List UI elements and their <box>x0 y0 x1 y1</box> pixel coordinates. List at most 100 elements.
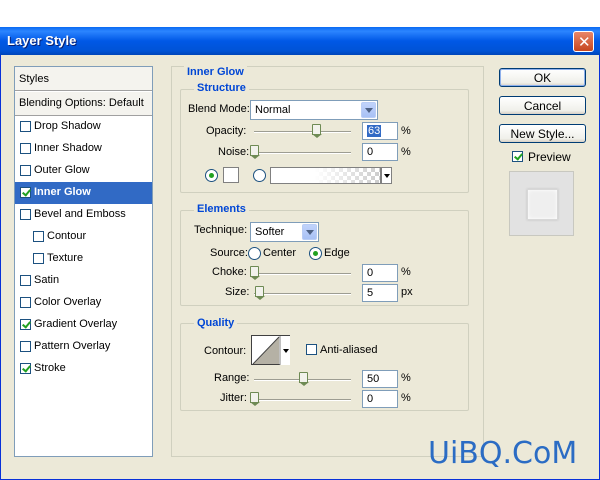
window-title: Layer Style <box>7 33 77 48</box>
style-item-bevel-emboss[interactable]: Bevel and Emboss <box>15 204 152 226</box>
blending-options-label: Blending Options: Default <box>19 97 144 109</box>
size-input[interactable]: 5 <box>362 284 398 302</box>
size-slider-thumb[interactable] <box>255 286 265 300</box>
source-center-label: Center <box>263 247 297 259</box>
technique-label: Technique: <box>194 224 248 236</box>
anti-aliased-label: Anti-aliased <box>320 344 378 356</box>
noise-slider-track[interactable] <box>254 152 351 154</box>
size-label: Size: <box>225 286 250 298</box>
styles-header-label: Styles <box>19 73 49 85</box>
jitter-slider-track[interactable] <box>254 399 351 401</box>
style-item-label: Inner Shadow <box>34 142 102 154</box>
satin-checkbox[interactable] <box>20 275 31 286</box>
style-preview-swatch <box>527 189 558 220</box>
inner-shadow-checkbox[interactable] <box>20 143 31 154</box>
style-item-label: Drop Shadow <box>34 120 101 132</box>
opacity-unit: % <box>401 125 411 137</box>
range-slider-thumb[interactable] <box>299 372 309 386</box>
pattern-overlay-checkbox[interactable] <box>20 341 31 352</box>
glow-gradient-swatch[interactable] <box>270 167 381 184</box>
stroke-checkbox[interactable] <box>20 363 31 374</box>
elements-title: Elements <box>194 203 249 215</box>
style-item-gradient-overlay[interactable]: Gradient Overlay <box>15 314 152 336</box>
contour-curve-icon <box>252 336 290 365</box>
glow-color-swatch[interactable] <box>223 167 239 183</box>
range-input[interactable]: 50 <box>362 370 398 388</box>
style-item-contour[interactable]: Contour <box>15 226 152 248</box>
choke-label: Choke: <box>212 266 247 278</box>
preview-label: Preview <box>528 150 571 164</box>
style-item-inner-shadow[interactable]: Inner Shadow <box>15 138 152 160</box>
style-item-label: Color Overlay <box>34 296 102 308</box>
blend-mode-select[interactable]: Normal <box>250 100 378 120</box>
close-button[interactable]: ✕ <box>573 31 594 52</box>
opacity-value: 63 <box>367 125 382 137</box>
contour-checkbox[interactable] <box>33 231 44 242</box>
drop-shadow-checkbox[interactable] <box>20 121 31 132</box>
bevel-emboss-checkbox[interactable] <box>20 209 31 220</box>
new-style-button[interactable]: New Style... <box>499 124 586 143</box>
quality-title: Quality <box>194 317 238 329</box>
choke-unit: % <box>401 266 411 278</box>
jitter-label: Jitter: <box>220 392 247 404</box>
cancel-label: Cancel <box>523 99 562 113</box>
style-item-drop-shadow[interactable]: Drop Shadow <box>15 116 152 138</box>
range-label: Range: <box>214 372 250 384</box>
noise-slider-thumb[interactable] <box>250 145 260 159</box>
jitter-input[interactable]: 0 <box>362 390 398 408</box>
style-item-label: Texture <box>47 252 84 264</box>
source-center-radio[interactable] <box>248 247 261 260</box>
title-bar: Layer Style <box>0 27 600 55</box>
style-item-outer-glow[interactable]: Outer Glow <box>15 160 152 182</box>
gradient-dropdown-icon[interactable] <box>381 167 392 184</box>
noise-unit: % <box>401 146 411 158</box>
style-item-label: Bevel and Emboss <box>34 208 126 220</box>
outer-glow-checkbox[interactable] <box>20 165 31 176</box>
source-edge-radio[interactable] <box>309 247 322 260</box>
style-item-texture[interactable]: Texture <box>15 248 152 270</box>
jitter-slider-thumb[interactable] <box>250 392 260 406</box>
blending-options-item[interactable]: Blending Options: Default <box>15 92 152 116</box>
opacity-slider-thumb[interactable] <box>312 124 322 138</box>
technique-value: Softer <box>255 226 285 238</box>
choke-slider-thumb[interactable] <box>250 266 260 280</box>
size-slider-track[interactable] <box>254 293 351 295</box>
inner-glow-checkbox[interactable] <box>20 187 31 198</box>
close-icon: ✕ <box>578 33 591 51</box>
chevron-down-icon <box>361 102 376 118</box>
blend-mode-label: Blend Mode: <box>188 103 250 115</box>
style-item-label: Stroke <box>34 362 66 374</box>
contour-label: Contour: <box>204 345 247 357</box>
style-item-pattern-overlay[interactable]: Pattern Overlay <box>15 336 152 358</box>
range-unit: % <box>401 372 411 384</box>
preview-checkbox[interactable] <box>512 151 523 162</box>
choke-value: 0 <box>367 267 374 279</box>
contour-preview[interactable] <box>251 335 290 365</box>
technique-select[interactable]: Softer <box>250 222 319 242</box>
style-item-inner-glow[interactable]: Inner Glow <box>15 182 152 204</box>
noise-input[interactable]: 0 <box>362 143 398 161</box>
texture-checkbox[interactable] <box>33 253 44 264</box>
styles-header[interactable]: Styles <box>15 67 152 91</box>
color-fill-radio[interactable] <box>205 169 218 182</box>
style-item-label: Contour <box>47 230 87 242</box>
anti-aliased-checkbox[interactable] <box>306 344 317 355</box>
opacity-slider-track[interactable] <box>254 131 351 133</box>
source-edge-label: Edge <box>324 247 350 259</box>
gradient-overlay-checkbox[interactable] <box>20 319 31 330</box>
ok-button[interactable]: OK <box>499 68 586 87</box>
style-item-label: Satin <box>34 274 60 286</box>
gradient-fill-radio[interactable] <box>253 169 266 182</box>
style-item-stroke[interactable]: Stroke <box>15 358 152 380</box>
choke-input[interactable]: 0 <box>362 264 398 282</box>
watermark: UiBQ.CoM <box>428 436 578 471</box>
opacity-input[interactable]: 63 <box>362 122 398 140</box>
structure-title: Structure <box>194 82 249 94</box>
style-item-color-overlay[interactable]: Color Overlay <box>15 292 152 314</box>
style-item-satin[interactable]: Satin <box>15 270 152 292</box>
cancel-button[interactable]: Cancel <box>499 96 586 115</box>
choke-slider-track[interactable] <box>254 273 351 275</box>
new-style-label: New Style... <box>510 127 575 141</box>
color-overlay-checkbox[interactable] <box>20 297 31 308</box>
chevron-down-icon <box>302 224 317 240</box>
